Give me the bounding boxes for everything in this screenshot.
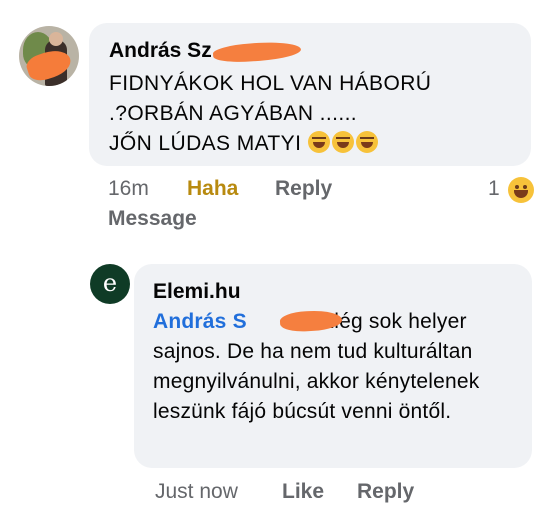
comment-author-row[interactable]: András Sz [109, 37, 302, 65]
comment-timestamp[interactable]: 16m [108, 175, 149, 203]
reply-button[interactable]: Reply [275, 175, 332, 203]
avatar-head-shape [49, 32, 63, 46]
laughing-tears-emoji-icon [307, 131, 330, 153]
page-avatar-letter: e [102, 269, 118, 297]
laughing-tears-emoji-icon [331, 131, 354, 153]
commenter-avatar[interactable] [19, 26, 79, 86]
comment-text: FIDNYÁKOK HOL VAN HÁBORÚ .?ORBÁN AGYÁBAN… [109, 69, 529, 159]
laughing-tears-emoji-icon [355, 131, 378, 153]
reply-bubble: Elemi.hu András Slt Elég sok helyer sajn… [134, 264, 532, 468]
redaction-mark [212, 39, 302, 65]
reply-author-name[interactable]: Elemi.hu [153, 278, 241, 306]
page-avatar[interactable]: e [90, 264, 130, 304]
comment-bubble: András Sz FIDNYÁKOK HOL VAN HÁBORÚ .?ORB… [89, 23, 531, 166]
reply-button[interactable]: Reply [357, 478, 414, 506]
comment-line-3: JŐN LÚDAS MATYI [109, 129, 529, 159]
haha-reaction-icon[interactable] [508, 177, 534, 203]
reaction-count[interactable]: 1 [488, 175, 500, 203]
reply-timestamp[interactable]: Just now [155, 478, 238, 506]
reply-text: András Slt Elég sok helyer sajnos. De ha… [153, 307, 528, 427]
message-button[interactable]: Message [108, 205, 197, 233]
mention-name: András S [153, 310, 247, 333]
haha-reaction-button[interactable]: Haha [187, 175, 238, 203]
comment-line-3-text: JŐN LÚDAS MATYI [109, 132, 302, 155]
comment-line-1: FIDNYÁKOK HOL VAN HÁBORÚ [109, 72, 432, 95]
comment-author-name[interactable]: András Sz [109, 39, 212, 62]
like-button[interactable]: Like [282, 478, 324, 506]
comment-line-2: .?ORBÁN AGYÁBAN ...... [109, 102, 358, 125]
